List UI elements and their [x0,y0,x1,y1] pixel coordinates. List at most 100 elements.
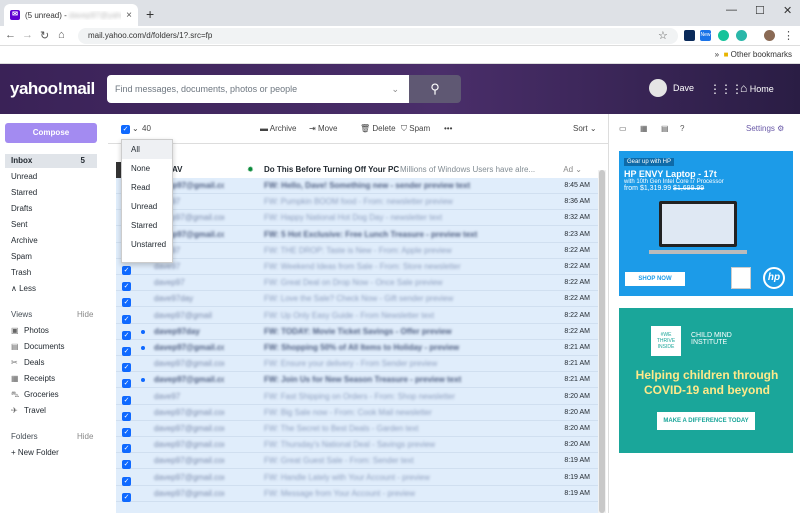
views-hide-link[interactable]: Hide [77,310,93,319]
row-sender: davep97@gmail.com [154,407,224,417]
search-button[interactable]: ⚲ [409,75,461,103]
message-row[interactable]: ✓ davep97@gmail.com FW: Message from Your … [116,486,598,502]
select-read-option[interactable]: Read [122,178,172,197]
message-row[interactable]: ✓ davep97@gmail.com FW: Thursday's Nationa… [116,437,598,454]
message-row[interactable]: ✓davep97@gmail.comFW: Join Us for New Se… [116,372,598,389]
spam-button[interactable]: ⛉ Spam [401,124,430,134]
select-all-option[interactable]: All [122,140,172,159]
archive-button[interactable]: ▬ Archive [260,124,296,133]
trash-icon: 🗑 [360,124,371,133]
folder-spam[interactable]: Spam [5,250,97,264]
view-groceries[interactable]: ⛍ Groceries [11,390,59,400]
row-time: 8:20 AM [564,408,590,416]
message-row[interactable]: ✓ dave97 FW: Fast Shipping on Orders - Fro… [116,389,598,405]
message-row[interactable]: ✓davep97@gmail.comFW: Happy National Hot… [116,210,598,227]
message-row[interactable]: ✓ davep97@gmail.com FW: Great Guest Sale -… [116,453,598,470]
row-sender: davep97@gmail.com [154,375,224,385]
select-menu-chevron-icon[interactable]: ⌄ [132,124,139,133]
window-close-icon[interactable]: ✕ [783,4,792,17]
yahoo-mail-logo[interactable]: yahoo!mail [10,79,95,99]
child-mind-advertisement[interactable]: #WE THRIVE INSIDE CHILD MIND INSTITUTE H… [619,308,793,453]
forward-icon[interactable]: → [22,29,33,41]
url-field[interactable]: mail.yahoo.com/d/folders/1?.src=fp [78,28,678,44]
select-none-option[interactable]: None [122,159,172,178]
message-row[interactable]: ✓ davep97@gmail FW: Up Only Easy Guide - F… [116,308,598,324]
folder-drafts[interactable]: Drafts [5,202,97,216]
home-link[interactable]: ⌂ Home [740,81,774,95]
less-toggle[interactable]: ∧ Less [5,282,97,296]
message-row[interactable]: ✓davep97@gmail.comFW: Shopping 50% of Al… [116,340,598,356]
extension-new-icon[interactable]: New [700,30,711,41]
more-actions-button[interactable]: ••• [444,124,452,133]
message-row[interactable]: ✓davep97@gmail.comFW: 5 Hot Exclusive: F… [116,227,598,243]
other-bookmarks[interactable]: » ■ Other bookmarks [715,50,792,59]
make-difference-button[interactable]: MAKE A DIFFERENCE TODAY [657,412,755,430]
view-travel[interactable]: ✈ Travel [11,406,46,415]
sort-button[interactable]: Sort ⌄ [573,124,597,133]
select-unstarred-option[interactable]: Unstarred [122,235,172,254]
user-profile[interactable]: Dave [649,79,694,97]
view-documents[interactable]: ▤ Documents [11,342,64,351]
folder-trash[interactable]: Trash [5,266,97,280]
message-row[interactable]: ✓ davep97@gmail.com FW: Ensure your delive… [116,356,598,373]
message-row[interactable]: ✓ davep97@gmail.com FW: Big Sale now - Fro… [116,405,598,421]
help-icon[interactable]: ? [680,124,684,133]
extension-icon[interactable] [684,30,695,41]
calendar-icon[interactable]: ▦ [640,124,648,133]
message-row[interactable]: ✓ dave97 FW: Weekend Ideas from Sale - Fro… [116,259,598,275]
bookmark-star-icon[interactable]: ☆ [658,29,668,42]
folder-inbox[interactable]: Inbox 5 [5,154,97,168]
folders-hide-link[interactable]: Hide [77,432,93,441]
view-photos[interactable]: ▣ Photos [11,326,49,335]
select-all-checkbox[interactable]: ✓ [121,124,130,134]
compose-button[interactable]: Compose [5,123,97,143]
select-starred-option[interactable]: Starred [122,216,172,235]
apps-grid-icon[interactable]: ⋮⋮⋮ [709,82,743,96]
search-input[interactable]: Find messages, documents, photos or peop… [107,75,409,103]
delete-button[interactable]: 🗑 Delete [360,124,396,133]
home-icon[interactable]: ⌂ [58,29,65,41]
close-tab-icon[interactable]: × [126,10,132,21]
message-row[interactable]: ✓davep97@gmail.comFW: Hello, Dave! Somet… [116,178,598,194]
message-row[interactable]: ✓ davep97@gmail.com FW: Handle Lately with… [116,470,598,486]
shop-now-button[interactable]: SHOP NOW [625,272,685,286]
extension-circle-icon[interactable] [736,30,747,41]
message-row[interactable]: ✓ dave97day FW: Love the Sale? Check Now -… [116,291,598,308]
contacts-icon[interactable]: ▭ [619,124,627,133]
back-icon[interactable]: ← [5,29,16,41]
row-sender: davep97@gmail.com [154,424,224,433]
sponsored-row[interactable]: AV ✹ Do This Before Turning Off Your PC … [116,162,598,178]
folder-unread[interactable]: Unread [5,170,97,184]
browser-tab[interactable]: ✉ (5 unread) - davep97@yahoo.com × [4,4,138,26]
message-row[interactable]: ✓dave97FW: THE DROP: Taste is New - From… [116,243,598,259]
move-button[interactable]: ⇥ Move [309,124,338,133]
reload-icon[interactable]: ↻ [40,29,49,42]
hp-advertisement[interactable]: Gear up with HP HP ENVY Laptop - 17t wit… [619,151,793,296]
grammarly-icon[interactable] [718,30,729,41]
ad-tag[interactable]: Ad ⌄ [563,162,582,178]
scroll-thumb[interactable] [599,170,605,513]
notepad-icon[interactable]: ▤ [661,124,669,133]
view-receipts[interactable]: ▦ Receipts [11,374,55,383]
row-checkbox[interactable]: ✓ [122,489,131,505]
folder-archive[interactable]: Archive [5,234,97,248]
maximize-icon[interactable]: ☐ [755,4,765,17]
folder-sent[interactable]: Sent [5,218,97,232]
row-time: 8:36 AM [564,198,590,206]
new-tab-icon[interactable]: + [146,6,154,22]
message-list-scrollbar[interactable] [598,170,606,513]
chrome-menu-icon[interactable]: ⋮ [783,29,794,42]
message-row[interactable]: ✓ davep97day FW: TODAY: Movie Ticket Savin… [116,324,598,340]
settings-link[interactable]: Settings ⚙ [746,124,784,133]
message-row[interactable]: ✓ davep97@gmail.com FW: The Secret to Best… [116,421,598,437]
message-row[interactable]: ✓ davep97 FW: Great Deal on Drop Now - Onc… [116,275,598,292]
message-row[interactable]: ✓dave97FW: Pumpkin BOOM food - From: new… [116,194,598,211]
new-folder-link[interactable]: + New Folder [11,448,59,457]
row-subject: FW: Handle Lately with Your Account - pr… [264,472,430,482]
view-deals[interactable]: ✂ Deals [11,358,44,367]
search-options-chevron-icon[interactable]: ⌄ [391,75,399,103]
profile-avatar-icon[interactable] [764,30,775,41]
folder-starred[interactable]: Starred [5,186,97,200]
minimize-icon[interactable]: — [726,4,737,16]
select-unread-option[interactable]: Unread [122,197,172,216]
